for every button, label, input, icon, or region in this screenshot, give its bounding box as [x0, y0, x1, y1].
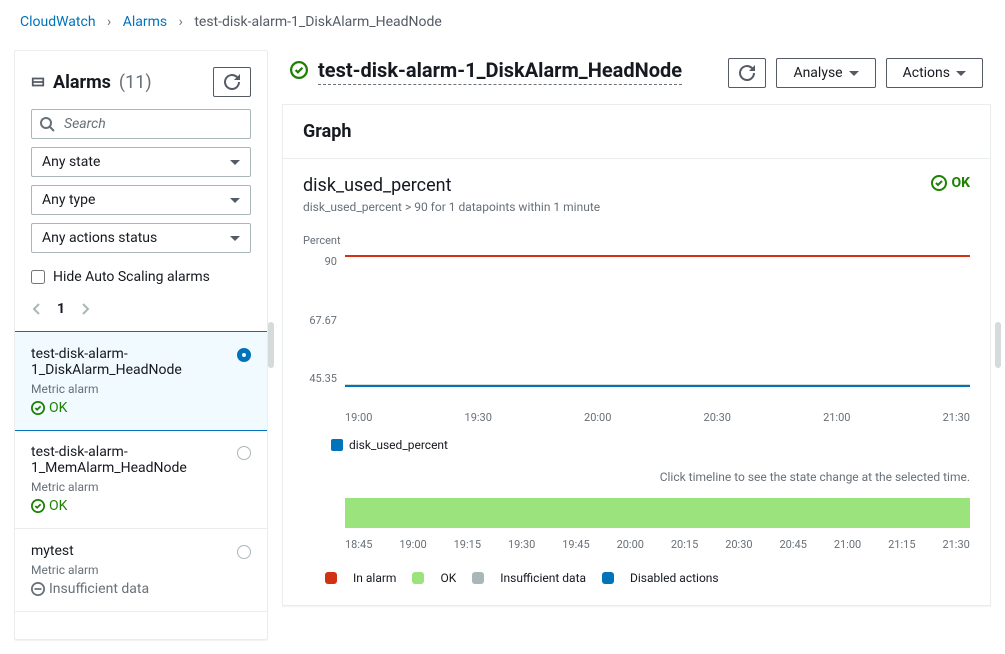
state-timeline[interactable]: [345, 498, 970, 528]
graph-status-badge: OK: [931, 175, 970, 191]
breadcrumb-current: test-disk-alarm-1_DiskAlarm_HeadNode: [194, 14, 442, 30]
yaxis-label: Percent: [303, 234, 970, 247]
caret-down-icon: [230, 236, 240, 241]
legend-swatch-green: [412, 572, 424, 584]
next-page-button[interactable]: [81, 302, 91, 316]
alarm-radio[interactable]: [237, 545, 251, 559]
graph-panel-title: Graph: [303, 121, 970, 142]
refresh-icon: [224, 74, 240, 90]
chart-legend: disk_used_percent: [331, 438, 970, 452]
alarm-list-item[interactable]: test-disk-alarm-1_MemAlarm_HeadNode Metr…: [15, 430, 267, 529]
content-resize-handle[interactable]: [995, 322, 1001, 368]
analyse-button[interactable]: Analyse: [776, 58, 875, 88]
caret-down-icon: [849, 71, 859, 76]
chevron-left-icon: [31, 302, 41, 316]
plot-area[interactable]: [345, 255, 970, 385]
ok-status-icon: [31, 499, 45, 513]
legend-ok: OK: [440, 571, 456, 585]
page-number: 1: [57, 301, 65, 317]
type-filter-label: Any type: [42, 192, 95, 208]
x-tick-labels: 19:00 19:30 20:00 20:30 21:00 21:30: [345, 411, 970, 424]
alarms-sidebar: Alarms (11) Any state: [14, 50, 268, 640]
insufficient-status-icon: [31, 582, 45, 596]
alarm-status: OK: [31, 498, 237, 514]
data-line: [345, 385, 970, 387]
breadcrumb-sep: ›: [179, 14, 183, 30]
analyse-label: Analyse: [793, 65, 842, 81]
hide-autoscaling-label: Hide Auto Scaling alarms: [53, 269, 210, 285]
timeline-tick-labels: 18:45 19:00 19:15 19:30 19:45 20:00 20:1…: [345, 538, 970, 551]
legend-disabled: Disabled actions: [630, 571, 719, 585]
alarm-subtype: Metric alarm: [31, 563, 149, 577]
caret-down-icon: [230, 198, 240, 203]
state-legend: In alarm OK Insufficient data Disabled a…: [325, 571, 970, 585]
refresh-sidebar-button[interactable]: [213, 67, 251, 97]
alarm-list-item[interactable]: mytest Metric alarm Insufficient data: [15, 529, 267, 612]
y-tick-labels: 90 67.67 45.35: [303, 255, 345, 385]
caret-down-icon: [230, 160, 240, 165]
actions-label: Actions: [903, 65, 950, 81]
search-input[interactable]: [31, 109, 251, 139]
state-filter-label: Any state: [42, 154, 100, 170]
sidebar-count: (11): [119, 72, 152, 93]
hide-autoscaling-input[interactable]: [31, 270, 45, 284]
legend-swatch-grey: [472, 572, 484, 584]
alarm-name: test-disk-alarm-1_MemAlarm_HeadNode: [31, 444, 237, 476]
search-icon: [39, 116, 55, 132]
threshold-line: [345, 255, 970, 257]
actions-filter-label: Any actions status: [42, 230, 157, 246]
actions-button[interactable]: Actions: [886, 58, 983, 88]
chevron-right-icon: [81, 302, 91, 316]
state-filter[interactable]: Any state: [31, 147, 251, 177]
prev-page-button[interactable]: [31, 302, 41, 316]
breadcrumb-alarms[interactable]: Alarms: [123, 14, 167, 30]
breadcrumb-sep: ›: [107, 14, 111, 30]
refresh-content-button[interactable]: [728, 58, 766, 88]
legend-swatch-blue: [331, 439, 343, 451]
breadcrumb-root[interactable]: CloudWatch: [20, 14, 96, 30]
alarm-name: test-disk-alarm-1_DiskAlarm_HeadNode: [31, 346, 237, 378]
alarm-name: mytest: [31, 543, 149, 559]
legend-swatch-red: [325, 572, 337, 584]
actions-filter[interactable]: Any actions status: [31, 223, 251, 253]
metric-description: disk_used_percent > 90 for 1 datapoints …: [303, 200, 600, 214]
alarm-subtype: Metric alarm: [31, 382, 237, 396]
page-title: test-disk-alarm-1_DiskAlarm_HeadNode: [318, 58, 682, 82]
legend-swatch-blue: [602, 572, 614, 584]
alarm-list-item[interactable]: test-disk-alarm-1_DiskAlarm_HeadNode Met…: [14, 331, 268, 431]
alarm-status: Insufficient data: [31, 581, 149, 597]
chart[interactable]: Percent 90 67.67 45.35: [303, 234, 970, 452]
ok-status-icon: [931, 175, 947, 191]
caret-down-icon: [956, 71, 966, 76]
alarm-status: OK: [31, 400, 237, 416]
legend-in-alarm: In alarm: [353, 571, 396, 585]
metric-title: disk_used_percent: [303, 175, 600, 196]
graph-panel: Graph disk_used_percent disk_used_percen…: [282, 104, 991, 606]
timeline-hint: Click timeline to see the state change a…: [303, 470, 970, 484]
alarm-radio[interactable]: [237, 446, 251, 460]
collapse-icon[interactable]: [31, 75, 45, 89]
alarm-radio[interactable]: [237, 348, 251, 362]
type-filter[interactable]: Any type: [31, 185, 251, 215]
sidebar-resize-handle[interactable]: [268, 322, 274, 368]
legend-metric-label: disk_used_percent: [349, 438, 448, 452]
sidebar-title: Alarms: [53, 72, 111, 93]
alarm-list: test-disk-alarm-1_DiskAlarm_HeadNode Met…: [15, 331, 267, 612]
alarm-subtype: Metric alarm: [31, 480, 237, 494]
refresh-icon: [739, 65, 755, 81]
breadcrumb: CloudWatch › Alarms › test-disk-alarm-1_…: [0, 0, 1005, 40]
legend-insufficient: Insufficient data: [500, 571, 586, 585]
hide-autoscaling-checkbox[interactable]: Hide Auto Scaling alarms: [31, 261, 251, 293]
ok-status-icon: [31, 401, 45, 415]
ok-status-icon: [290, 61, 308, 79]
